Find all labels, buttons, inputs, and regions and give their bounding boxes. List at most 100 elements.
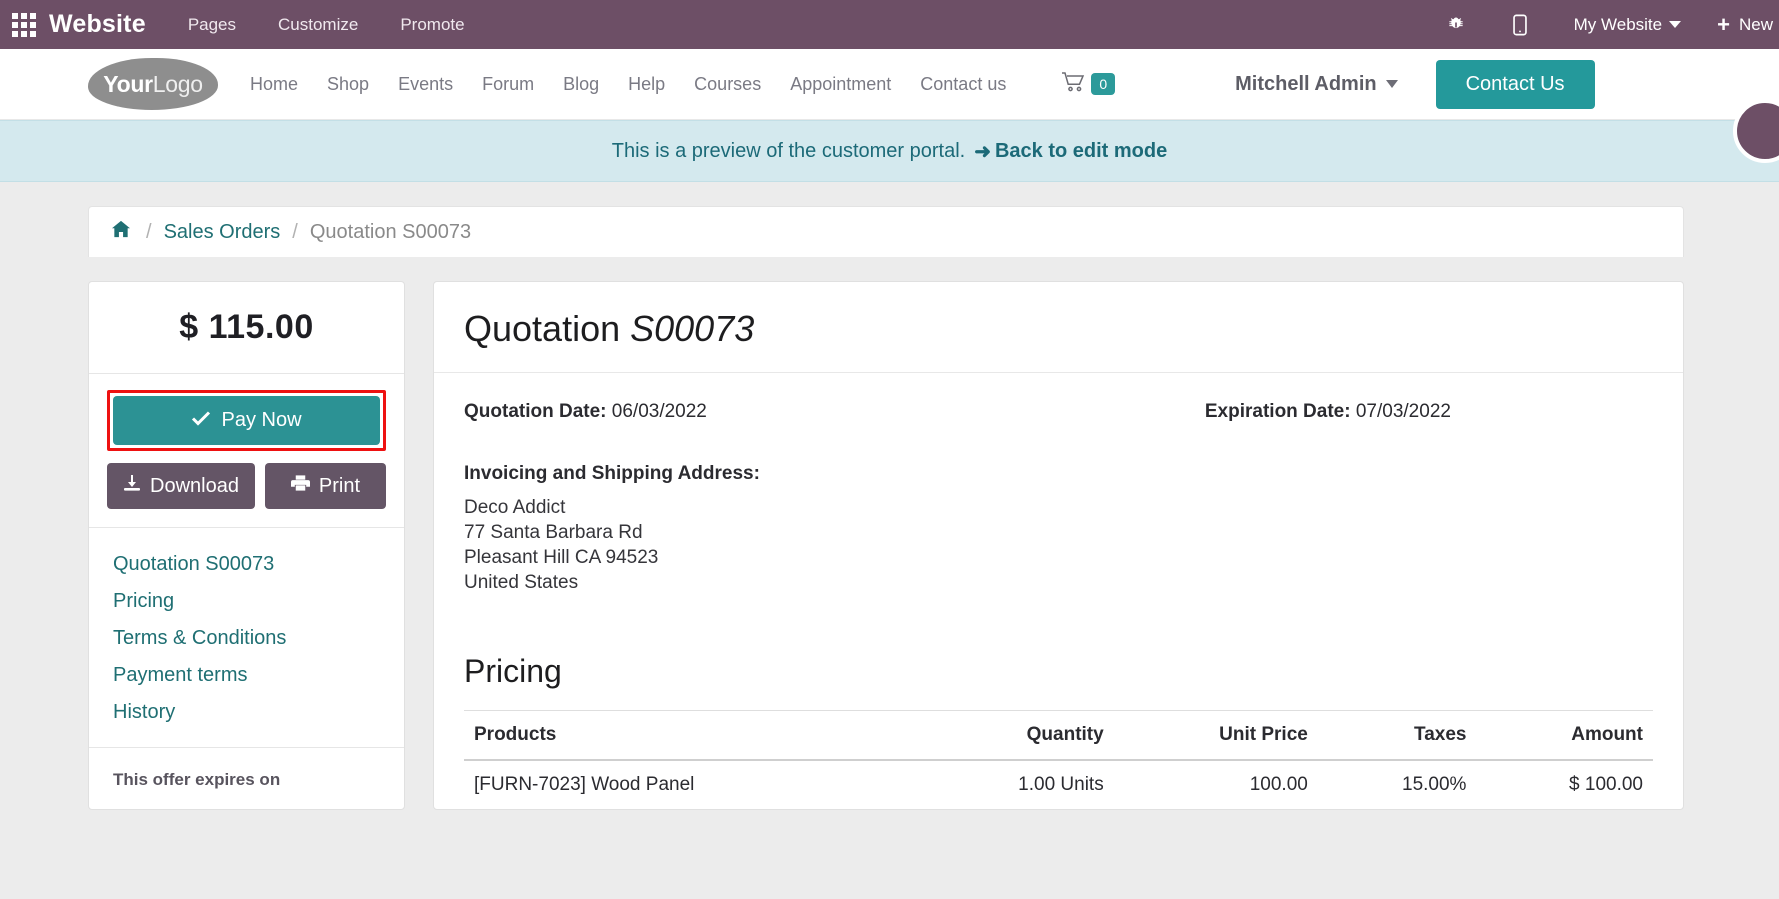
nav-item-appointment[interactable]: Appointment: [790, 74, 891, 95]
order-total-amount: $ 115.00: [179, 308, 314, 346]
download-icon: [123, 474, 141, 498]
nav-item-shop[interactable]: Shop: [327, 74, 369, 95]
home-icon[interactable]: [111, 220, 131, 244]
nav-item-blog[interactable]: Blog: [563, 74, 599, 95]
cell-taxes: 15.00%: [1402, 774, 1467, 796]
breadcrumb-separator: /: [146, 220, 152, 243]
expiration-date-label: Expiration Date:: [1204, 401, 1351, 422]
table-header-row: Products Quantity Unit Price Taxes Amoun…: [464, 710, 1653, 762]
pricing-table-body: [FURN-7023] Wood Panel 1.00 Units 100.00…: [464, 760, 1653, 809]
download-label: Download: [150, 474, 239, 497]
table-row: [FURN-7023] Wood Panel 1.00 Units 100.00…: [464, 760, 1653, 809]
address-line: 77 Santa Barbara Rd: [464, 522, 643, 544]
content-row: $ 115.00 Pay Now Download Print Quotatio…: [88, 281, 1779, 811]
arrow-right-icon: ➜: [974, 140, 991, 163]
plus-icon: +: [1717, 11, 1730, 37]
new-button-label: New: [1738, 14, 1773, 34]
cart-count-badge: 0: [1091, 73, 1116, 95]
address-line: United States: [464, 572, 579, 594]
topbar-right-group: My Website + New: [1446, 11, 1779, 37]
topbar-item-promote[interactable]: Promote: [400, 15, 464, 35]
offer-expiry-box: This offer expires on: [89, 748, 404, 808]
address-block: Deco Addict 77 Santa Barbara Rd Pleasant…: [464, 495, 1653, 595]
offer-expiry-text: This offer expires on: [113, 770, 281, 789]
site-logo-text: YourLogo: [103, 70, 203, 98]
pay-actions: Pay Now Download Print: [89, 374, 404, 528]
pricing-table-head: Products Quantity Unit Price Taxes Amoun…: [464, 710, 1653, 762]
col-amount: Amount: [1476, 710, 1653, 762]
nav-item-forum[interactable]: Forum: [482, 74, 534, 95]
nav-item-help[interactable]: Help: [628, 74, 665, 95]
user-menu-label: Mitchell Admin: [1235, 72, 1377, 95]
logo-bold: Your: [103, 70, 153, 97]
sidebar-link-payment-terms[interactable]: Payment terms: [89, 657, 404, 694]
user-menu[interactable]: Mitchell Admin: [1235, 72, 1398, 96]
apps-grid-icon[interactable]: [11, 12, 37, 38]
chevron-down-icon: [1385, 80, 1398, 88]
nav-item-events[interactable]: Events: [398, 74, 453, 95]
secondary-actions: Download Print: [107, 463, 386, 509]
portal-preview-banner: This is a preview of the customer portal…: [0, 120, 1779, 182]
breadcrumb-separator: /: [292, 220, 298, 243]
print-label: Print: [318, 474, 361, 497]
preview-banner-text: This is a preview of the customer portal…: [611, 139, 966, 162]
col-unit-price: Unit Price: [1113, 710, 1318, 762]
pricing-heading: Pricing: [464, 653, 562, 690]
nav-item-courses[interactable]: Courses: [694, 74, 761, 95]
address-label: Invoicing and Shipping Address:: [464, 463, 760, 484]
cell-quantity: 1.00 Units: [1018, 774, 1104, 796]
topbar-item-customize[interactable]: Customize: [278, 15, 358, 35]
sidebar-link-pricing[interactable]: Pricing: [89, 583, 404, 620]
pay-now-label: Pay Now: [221, 409, 302, 431]
mobile-preview-icon[interactable]: [1512, 14, 1528, 36]
contact-us-cta-button[interactable]: Contact Us: [1435, 59, 1595, 109]
page-title: Quotation S00073: [464, 308, 1653, 350]
quotation-date-value: 06/03/2022: [611, 401, 707, 422]
check-icon: [191, 409, 211, 432]
quotation-header: Quotation S00073: [434, 282, 1683, 373]
address-line: Deco Addict: [464, 497, 566, 518]
bug-icon[interactable]: [1446, 15, 1466, 35]
expiration-date: Expiration Date: 07/03/2022: [1205, 401, 1451, 423]
app-brand-title[interactable]: Website: [49, 10, 146, 39]
chevron-down-icon: [1669, 21, 1682, 28]
dates-row: Quotation Date: 06/03/2022 Expiration Da…: [464, 401, 1653, 423]
odoo-editor-topbar: Website Pages Customize Promote My Websi…: [0, 0, 1779, 49]
breadcrumb-link-sales-orders[interactable]: Sales Orders: [164, 221, 281, 244]
quotation-date-label: Quotation Date:: [464, 401, 607, 422]
sidebar-links: Quotation S00073 Pricing Terms & Conditi…: [89, 528, 404, 748]
nav-item-home[interactable]: Home: [250, 74, 298, 95]
sidebar-link-quotation[interactable]: Quotation S00073: [89, 546, 404, 583]
site-selector-label: My Website: [1573, 14, 1663, 34]
site-selector-dropdown[interactable]: My Website: [1574, 15, 1682, 35]
order-sidebar: $ 115.00 Pay Now Download Print Quotatio…: [88, 281, 405, 811]
print-button[interactable]: Print: [264, 463, 386, 509]
sidebar-link-terms-conditions[interactable]: Terms & Conditions: [89, 620, 404, 657]
printer-icon: [290, 474, 310, 498]
amount-box: $ 115.00: [89, 282, 404, 374]
back-to-edit-mode-link[interactable]: Back to edit mode: [995, 140, 1167, 163]
site-logo[interactable]: YourLogo: [88, 58, 218, 110]
page-title-prefix: Quotation: [464, 308, 631, 349]
logo-light: Logo: [152, 70, 203, 97]
pay-now-button[interactable]: Pay Now: [113, 396, 380, 445]
pay-now-highlight: Pay Now: [107, 390, 386, 451]
download-button[interactable]: Download: [107, 463, 255, 509]
quotation-card: Quotation S00073 Quotation Date: 06/03/2…: [433, 281, 1684, 811]
col-quantity: Quantity: [915, 710, 1114, 762]
col-products: Products: [464, 710, 916, 762]
col-taxes: Taxes: [1317, 710, 1477, 762]
cart-button[interactable]: 0: [1061, 71, 1116, 97]
sidebar-link-history[interactable]: History: [89, 694, 404, 731]
page-body: / Sales Orders / Quotation S00073 $ 115.…: [0, 182, 1779, 899]
new-button[interactable]: + New: [1717, 11, 1779, 37]
address-line: Pleasant Hill CA 94523: [464, 547, 659, 569]
page-title-reference: S00073: [630, 308, 755, 349]
quotation-date: Quotation Date: 06/03/2022: [464, 401, 707, 423]
website-navbar: YourLogo Home Shop Events Forum Blog Hel…: [0, 49, 1779, 177]
quotation-body: Quotation Date: 06/03/2022 Expiration Da…: [434, 373, 1683, 809]
nav-item-contact-us[interactable]: Contact us: [920, 74, 1006, 95]
topbar-item-pages[interactable]: Pages: [188, 15, 236, 35]
pricing-table: Products Quantity Unit Price Taxes Amoun…: [464, 710, 1653, 809]
cell-amount: $ 100.00: [1569, 774, 1643, 796]
